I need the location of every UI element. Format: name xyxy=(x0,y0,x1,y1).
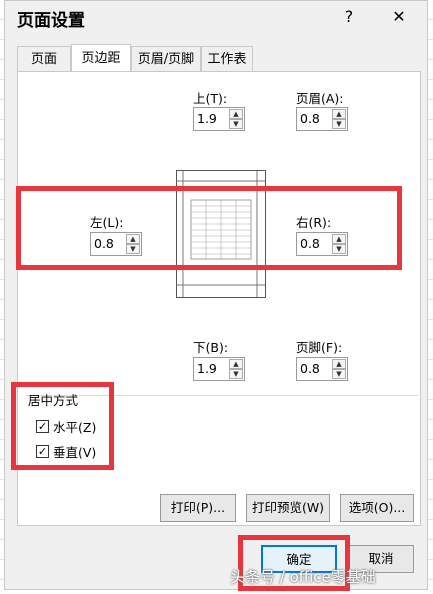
highlight-left-right-margins xyxy=(16,186,402,270)
spin-down-icon[interactable]: ▼ xyxy=(229,119,243,129)
tab-sheet[interactable]: 工作表 xyxy=(201,46,253,71)
print-button[interactable]: 打印(P)... xyxy=(160,494,236,522)
highlight-centering xyxy=(11,382,114,470)
header-margin-label: 页眉(A): xyxy=(296,91,344,106)
tab-page[interactable]: 页面 xyxy=(17,46,71,71)
bottom-margin-value[interactable]: 1.9 xyxy=(197,361,217,376)
bottom-margin-spinner[interactable]: 1.9 ▲ ▼ xyxy=(193,357,245,381)
footer-margin-spinner[interactable]: 0.8 ▲ ▼ xyxy=(296,357,348,381)
tab-margins[interactable]: 页边距 xyxy=(71,44,131,71)
top-margin-label: 上(T): xyxy=(193,91,228,106)
header-margin-value[interactable]: 0.8 xyxy=(300,111,320,126)
footer-margin-label: 页脚(F): xyxy=(296,340,343,355)
top-margin-spinner[interactable]: 1.9 ▲ ▼ xyxy=(193,107,245,131)
spin-down-icon[interactable]: ▼ xyxy=(332,369,346,379)
spin-up-icon[interactable]: ▲ xyxy=(229,109,243,119)
top-margin-value[interactable]: 1.9 xyxy=(197,111,217,126)
options-button[interactable]: 选项(O)... xyxy=(340,494,414,522)
tab-header-footer[interactable]: 页眉/页脚 xyxy=(131,46,201,71)
header-margin-spinner[interactable]: 0.8 ▲ ▼ xyxy=(296,107,348,131)
spin-up-icon[interactable]: ▲ xyxy=(332,109,346,119)
footer-margin-value[interactable]: 0.8 xyxy=(300,361,320,376)
close-icon: ✕ xyxy=(392,7,406,26)
help-button[interactable]: ? xyxy=(339,7,359,27)
spin-down-icon[interactable]: ▼ xyxy=(332,119,346,129)
print-preview-button[interactable]: 打印预览(W) xyxy=(246,494,330,522)
dialog-title: 页面设置 xyxy=(17,11,85,31)
watermark: 头条号 / office零基础 xyxy=(230,568,376,586)
close-button[interactable]: ✕ xyxy=(389,7,409,27)
spin-up-icon[interactable]: ▲ xyxy=(332,359,346,369)
page-setup-dialog: 页面设置 ? ✕ 页面 页边距 页眉/页脚 工作表 上(T): 1.9 ▲ ▼ 页… xyxy=(4,0,428,590)
spin-down-icon[interactable]: ▼ xyxy=(229,369,243,379)
bottom-margin-label: 下(B): xyxy=(193,340,229,355)
spin-up-icon[interactable]: ▲ xyxy=(229,359,243,369)
